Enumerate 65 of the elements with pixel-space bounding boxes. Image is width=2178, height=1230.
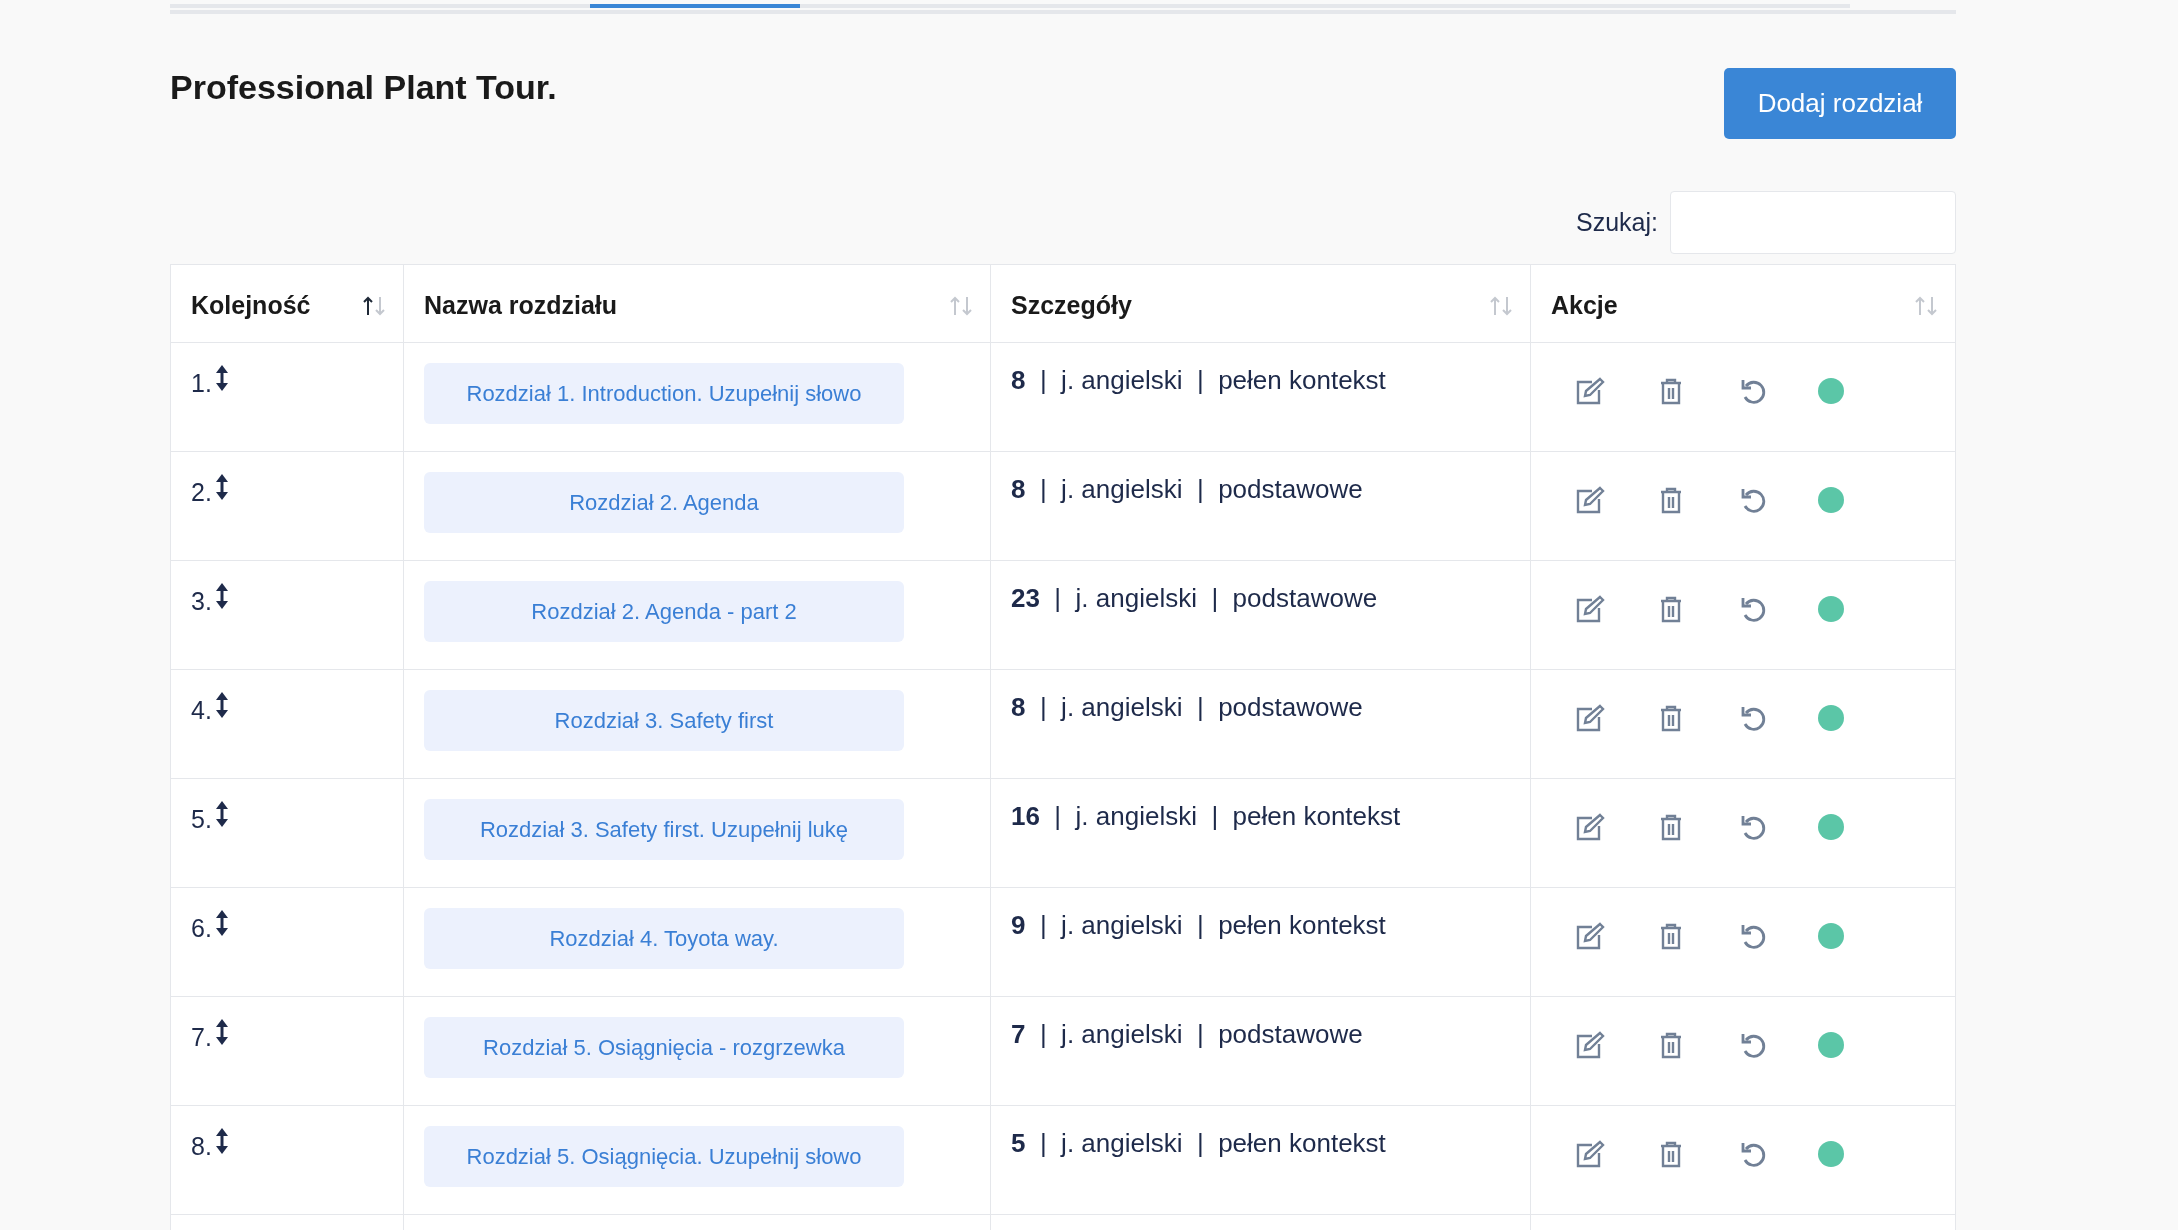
chapter-link[interactable]: Rozdział 2. Agenda - part 2 (424, 581, 904, 642)
chapter-link[interactable]: Rozdział 4. Toyota way. (424, 908, 904, 969)
order-number: 3. (191, 586, 212, 617)
edit-icon[interactable] (1575, 377, 1605, 405)
chapter-link[interactable]: Rozdział 3. Safety first (424, 690, 904, 751)
chapter-link[interactable]: Rozdział 1. Introduction. Uzupełnij słowo (424, 363, 904, 424)
edit-icon[interactable] (1575, 486, 1605, 514)
order-number: 7. (191, 1022, 212, 1053)
order-number: 8. (191, 1131, 212, 1162)
undo-icon[interactable] (1740, 1031, 1767, 1059)
drag-handle-icon[interactable] (215, 365, 228, 391)
drag-handle-icon[interactable] (215, 910, 228, 936)
chapter-details: 7 | j. angielski | podstawowe (1011, 1019, 1363, 1049)
trash-icon[interactable] (1660, 704, 1682, 732)
order-number: 4. (191, 695, 212, 726)
chapter-details: 9 | j. angielski | pełen kontekst (1011, 910, 1386, 940)
drag-handle-icon[interactable] (215, 692, 228, 718)
trash-icon[interactable] (1660, 486, 1682, 514)
trash-icon[interactable] (1660, 377, 1682, 405)
trash-icon[interactable] (1660, 1140, 1682, 1168)
order-number: 1. (191, 368, 212, 399)
edit-icon[interactable] (1575, 595, 1605, 623)
column-header[interactable]: Akcje (1551, 287, 1618, 325)
sort-icon[interactable] (361, 295, 387, 317)
edit-icon[interactable] (1575, 1031, 1605, 1059)
trash-icon[interactable] (1660, 922, 1682, 950)
column-header[interactable]: Szczegóły (1011, 287, 1132, 325)
order-number: 2. (191, 477, 212, 508)
drag-handle-icon[interactable] (215, 801, 228, 827)
undo-icon[interactable] (1740, 377, 1767, 405)
chapter-details: 8 | j. angielski | podstawowe (1011, 474, 1363, 504)
add-chapter-button[interactable]: Dodaj rozdział (1724, 68, 1956, 139)
chapter-link[interactable]: Rozdział 5. Osiągnięcia. Uzupełnij słowo (424, 1126, 904, 1187)
undo-icon[interactable] (1740, 486, 1767, 514)
trash-icon[interactable] (1660, 1031, 1682, 1059)
undo-icon[interactable] (1740, 704, 1767, 732)
drag-handle-icon[interactable] (215, 474, 228, 500)
order-number: 6. (191, 913, 212, 944)
chapter-details: 8 | j. angielski | podstawowe (1011, 692, 1363, 722)
chapter-details: 5 | j. angielski | pełen kontekst (1011, 1128, 1386, 1158)
drag-handle-icon[interactable] (215, 583, 228, 609)
chapter-details: 23 | j. angielski | podstawowe (1011, 583, 1378, 613)
drag-handle-icon[interactable] (215, 1019, 228, 1045)
undo-icon[interactable] (1740, 813, 1767, 841)
page-title: Professional Plant Tour. (170, 67, 557, 108)
order-number: 5. (191, 804, 212, 835)
column-header[interactable]: Nazwa rozdziału (424, 287, 618, 325)
chapter-link[interactable]: Rozdział 5. Osiągnięcia - rozgrzewka (424, 1017, 904, 1078)
column-header[interactable]: Kolejność (191, 287, 311, 325)
edit-icon[interactable] (1575, 1140, 1605, 1168)
undo-icon[interactable] (1740, 595, 1767, 623)
undo-icon[interactable] (1740, 922, 1767, 950)
chapter-details: 8 | j. angielski | pełen kontekst (1011, 365, 1386, 395)
undo-icon[interactable] (1740, 1140, 1767, 1168)
trash-icon[interactable] (1660, 595, 1682, 623)
edit-icon[interactable] (1575, 922, 1605, 950)
chapter-link[interactable]: Rozdział 3. Safety first. Uzupełnij lukę (424, 799, 904, 860)
search-label: Szukaj: (1576, 206, 1658, 238)
chapter-link[interactable]: Rozdział 2. Agenda (424, 472, 904, 533)
edit-icon[interactable] (1575, 813, 1605, 841)
trash-icon[interactable] (1660, 813, 1682, 841)
edit-icon[interactable] (1575, 704, 1605, 732)
search-field[interactable] (1670, 191, 1956, 254)
drag-handle-icon[interactable] (215, 1128, 228, 1154)
chapter-details: 16 | j. angielski | pełen kontekst (1011, 801, 1401, 831)
